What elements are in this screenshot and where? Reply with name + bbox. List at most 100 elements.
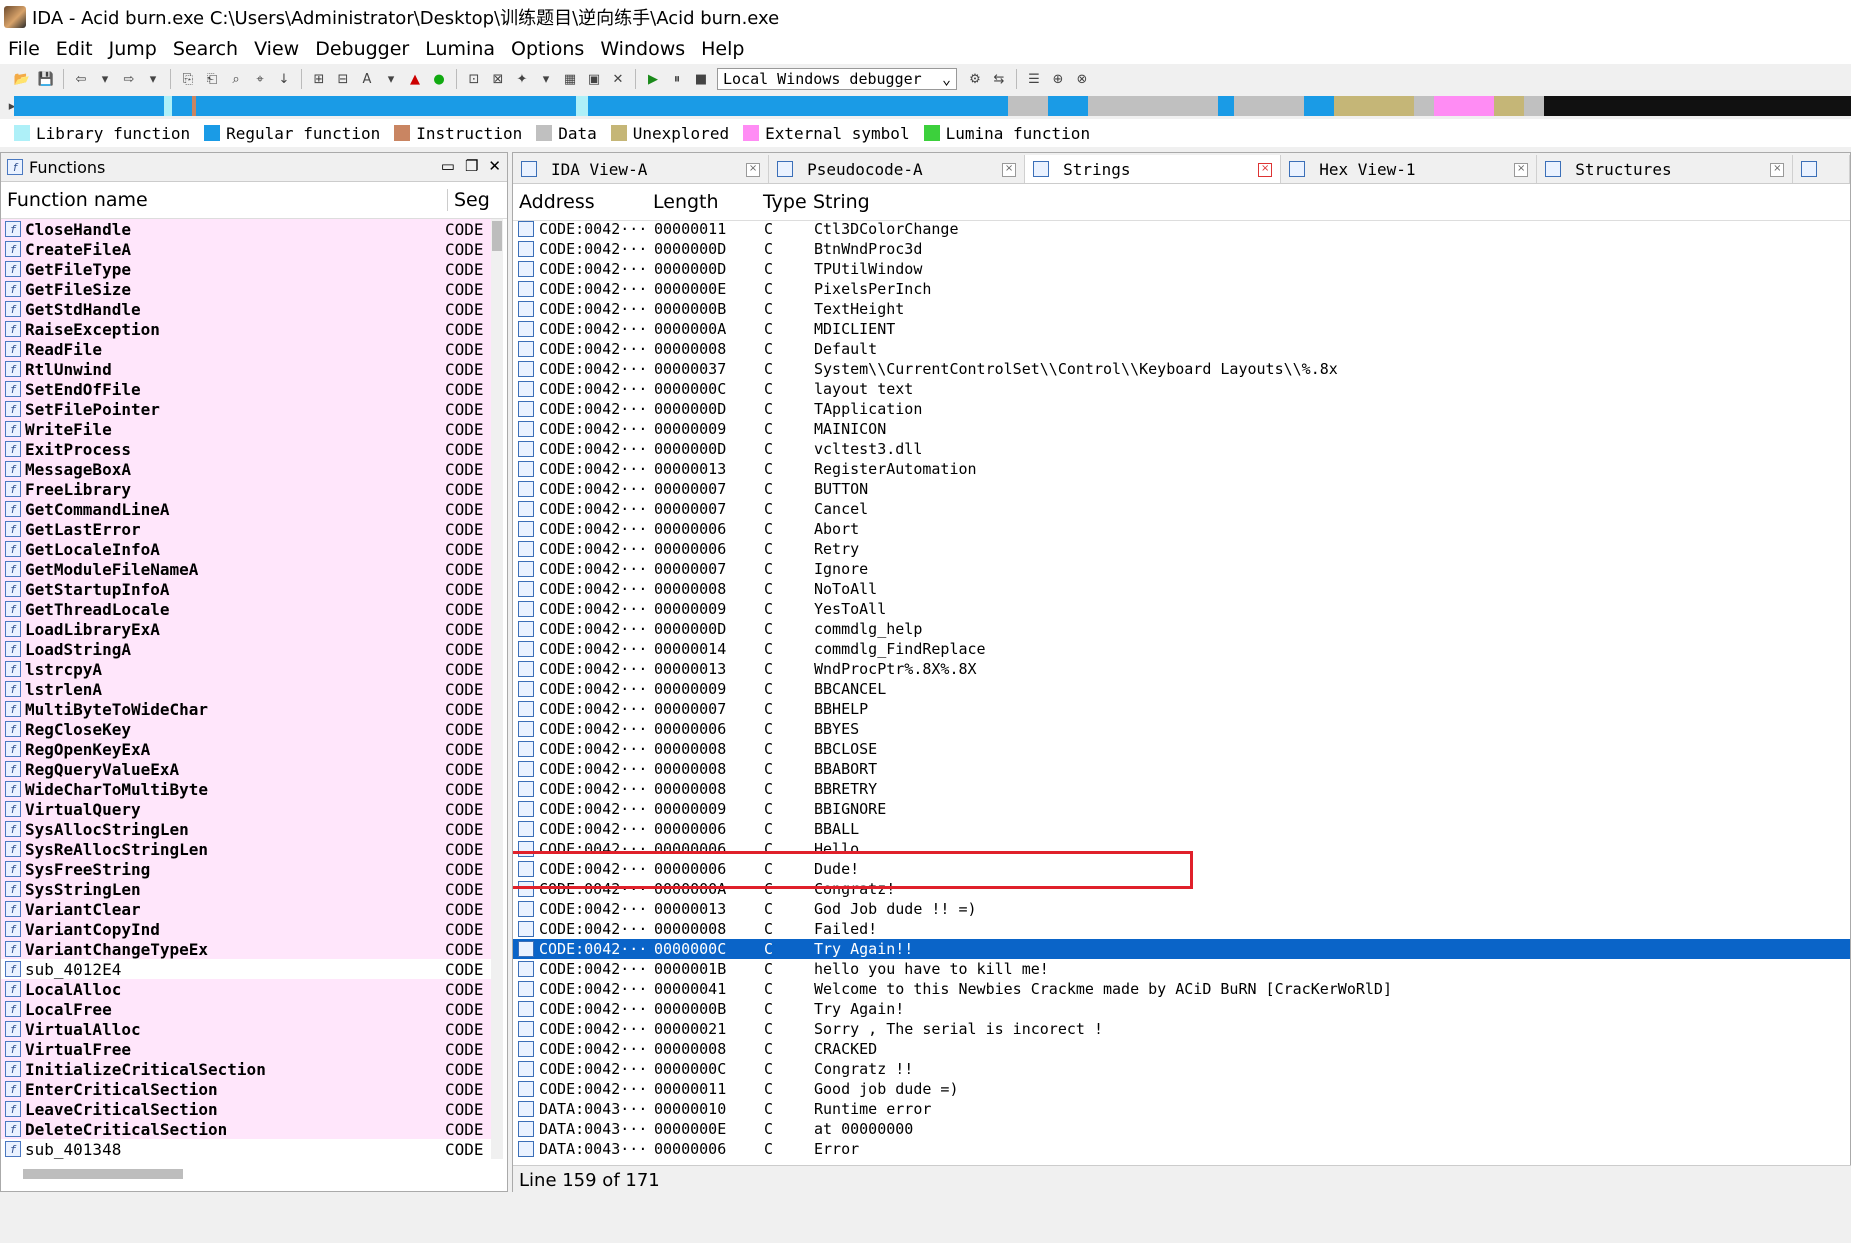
function-row[interactable]: f GetThreadLocale CODE: [1, 599, 491, 619]
function-row[interactable]: f WideCharToMultiByte CODE: [1, 779, 491, 799]
function-row[interactable]: f VirtualAlloc CODE: [1, 1019, 491, 1039]
string-row[interactable]: CODE:0042··· 00000011 C Good job dude =): [513, 1079, 1850, 1099]
function-row[interactable]: f LoadLibraryExA CODE: [1, 619, 491, 639]
column-header-address[interactable]: Address: [513, 191, 647, 213]
tab-overflow[interactable]: [1793, 155, 1850, 183]
tab-close-icon[interactable]: ×: [1002, 163, 1017, 177]
navigation-band-segment[interactable]: [1434, 96, 1494, 116]
string-row[interactable]: CODE:0042··· 0000000A C MDICLIENT: [513, 319, 1850, 339]
scrollbar-thumb[interactable]: [492, 221, 502, 251]
code-icon[interactable]: ⊞: [309, 69, 329, 89]
data-icon[interactable]: ⊟: [333, 69, 353, 89]
column-header-type[interactable]: Type: [757, 191, 807, 213]
string-row[interactable]: CODE:0042··· 00000041 C Welcome to this New…: [513, 979, 1850, 999]
navigation-band-segment[interactable]: [196, 96, 576, 116]
function-row[interactable]: f VirtualFree CODE: [1, 1039, 491, 1059]
back-icon[interactable]: ⇦: [71, 69, 91, 89]
function-row[interactable]: f SysReAllocStringLen CODE: [1, 839, 491, 859]
string-row[interactable]: CODE:0042··· 00000008 C NoToAll: [513, 579, 1850, 599]
tab-pseudocode-a[interactable]: Pseudocode-A ×: [769, 155, 1026, 183]
function-row[interactable]: f MessageBoxA CODE: [1, 459, 491, 479]
back-dropdown-icon[interactable]: ▾: [95, 69, 115, 89]
function-row[interactable]: f CreateFileA CODE: [1, 239, 491, 259]
string-row[interactable]: CODE:0042··· 00000006 C BBYES: [513, 719, 1850, 739]
tab-ida-view-a[interactable]: IDA View-A ×: [513, 155, 770, 183]
forward-dropdown-icon[interactable]: ▾: [143, 69, 163, 89]
string-row[interactable]: CODE:0042··· 00000007 C Cancel: [513, 499, 1850, 519]
function-row[interactable]: f GetLocaleInfoA CODE: [1, 539, 491, 559]
string-row[interactable]: CODE:0042··· 00000013 C RegisterAutomation: [513, 459, 1850, 479]
string-row[interactable]: CODE:0042··· 0000000A C Congratz!: [513, 879, 1850, 899]
xref-icon[interactable]: ✦: [512, 69, 532, 89]
tab-structures[interactable]: Structures ×: [1537, 155, 1794, 183]
navigation-band-segment[interactable]: [1048, 96, 1088, 116]
function-row[interactable]: f sub_4012E4 CODE: [1, 959, 491, 979]
function-row[interactable]: f lstrcpyA CODE: [1, 659, 491, 679]
function-row[interactable]: f DeleteCriticalSection CODE: [1, 1119, 491, 1139]
function-row[interactable]: f LoadStringA CODE: [1, 639, 491, 659]
graph-icon[interactable]: ⊡: [464, 69, 484, 89]
menu-edit[interactable]: Edit: [48, 38, 101, 60]
navigation-band-segment[interactable]: [1088, 96, 1218, 116]
string-row[interactable]: CODE:0042··· 00000009 C MAINICON: [513, 419, 1850, 439]
menu-lumina[interactable]: Lumina: [417, 38, 503, 60]
function-row[interactable]: f ExitProcess CODE: [1, 439, 491, 459]
string-dropdown-icon[interactable]: ▾: [381, 69, 401, 89]
jump-down-icon[interactable]: ↓: [274, 69, 294, 89]
navigation-band-segment[interactable]: [1234, 96, 1304, 116]
copy-icon[interactable]: ⎘: [178, 69, 198, 89]
function-row[interactable]: f VariantCopyInd CODE: [1, 919, 491, 939]
chart-icon[interactable]: ▦: [560, 69, 580, 89]
function-row[interactable]: f sub_401348 CODE: [1, 1139, 491, 1159]
menu-jump[interactable]: Jump: [101, 38, 165, 60]
column-header-function-name[interactable]: Function name: [1, 189, 447, 211]
string-row[interactable]: CODE:0042··· 0000000D C TApplication: [513, 399, 1850, 419]
menu-debugger[interactable]: Debugger: [307, 38, 417, 60]
tab-close-icon[interactable]: ×: [1514, 163, 1529, 177]
string-row[interactable]: CODE:0042··· 00000008 C BBABORT: [513, 759, 1850, 779]
function-row[interactable]: f SetEndOfFile CODE: [1, 379, 491, 399]
column-header-string[interactable]: String: [807, 191, 870, 213]
function-row[interactable]: f LocalFree CODE: [1, 999, 491, 1019]
function-row[interactable]: f LocalAlloc CODE: [1, 979, 491, 999]
restore-icon[interactable]: ❐: [465, 157, 478, 175]
function-row[interactable]: f GetFileSize CODE: [1, 279, 491, 299]
navigation-band-segment[interactable]: [576, 96, 588, 116]
string-row[interactable]: DATA:0043··· 00000010 C Runtime error: [513, 1099, 1850, 1119]
pause-icon[interactable]: ⏸: [667, 69, 687, 89]
function-row[interactable]: f ReadFile CODE: [1, 339, 491, 359]
string-row[interactable]: CODE:0042··· 0000000B C TextHeight: [513, 299, 1850, 319]
navigation-band[interactable]: ▸: [0, 94, 1851, 116]
flowchart-icon[interactable]: ▲: [405, 69, 425, 89]
function-row[interactable]: f MultiByteToWideChar CODE: [1, 699, 491, 719]
string-row[interactable]: CODE:0042··· 00000009 C YesToAll: [513, 599, 1850, 619]
navigation-band-segment[interactable]: [192, 96, 196, 116]
string-row[interactable]: DATA:0043··· 0000000E C at 00000000: [513, 1119, 1850, 1139]
function-row[interactable]: f lstrlenA CODE: [1, 679, 491, 699]
function-row[interactable]: f GetLastError CODE: [1, 519, 491, 539]
menu-file[interactable]: File: [0, 38, 48, 60]
breakpoint-add-icon[interactable]: ⊕: [1048, 69, 1068, 89]
lumina-icon[interactable]: ●: [429, 69, 449, 89]
debugger-select[interactable]: Local Windows debugger ⌄: [717, 68, 957, 90]
navigation-band-segment[interactable]: [1544, 96, 1851, 116]
function-row[interactable]: f GetModuleFileNameA CODE: [1, 559, 491, 579]
column-header-segment[interactable]: Seg: [447, 189, 490, 211]
function-row[interactable]: f SetFilePointer CODE: [1, 399, 491, 419]
string-row[interactable]: CODE:0042··· 00000007 C Ignore: [513, 559, 1850, 579]
function-row[interactable]: f VariantChangeTypeEx CODE: [1, 939, 491, 959]
navigation-band-bar[interactable]: [14, 96, 1851, 116]
navigation-band-segment[interactable]: [14, 96, 164, 116]
function-row[interactable]: f GetFileType CODE: [1, 259, 491, 279]
string-row[interactable]: CODE:0042··· 00000009 C BBCANCEL: [513, 679, 1850, 699]
string-row[interactable]: CODE:0042··· 0000000E C PixelsPerInch: [513, 279, 1850, 299]
tab-close-icon[interactable]: ×: [1770, 163, 1785, 177]
string-row[interactable]: CODE:0042··· 00000037 C System\\CurrentCont…: [513, 359, 1850, 379]
string-row[interactable]: CODE:0042··· 00000014 Ccommdlg_FindReplace: [513, 639, 1850, 659]
string-row[interactable]: CODE:0042··· 0000000D C TPUtilWindow: [513, 259, 1850, 279]
attach-icon[interactable]: ⇆: [989, 69, 1009, 89]
string-row[interactable]: CODE:0042··· 00000007 C BUTTON: [513, 479, 1850, 499]
find-icon[interactable]: ⌕: [226, 69, 246, 89]
function-row[interactable]: f InitializeCriticalSection CODE: [1, 1059, 491, 1079]
function-row[interactable]: f VariantClear CODE: [1, 899, 491, 919]
